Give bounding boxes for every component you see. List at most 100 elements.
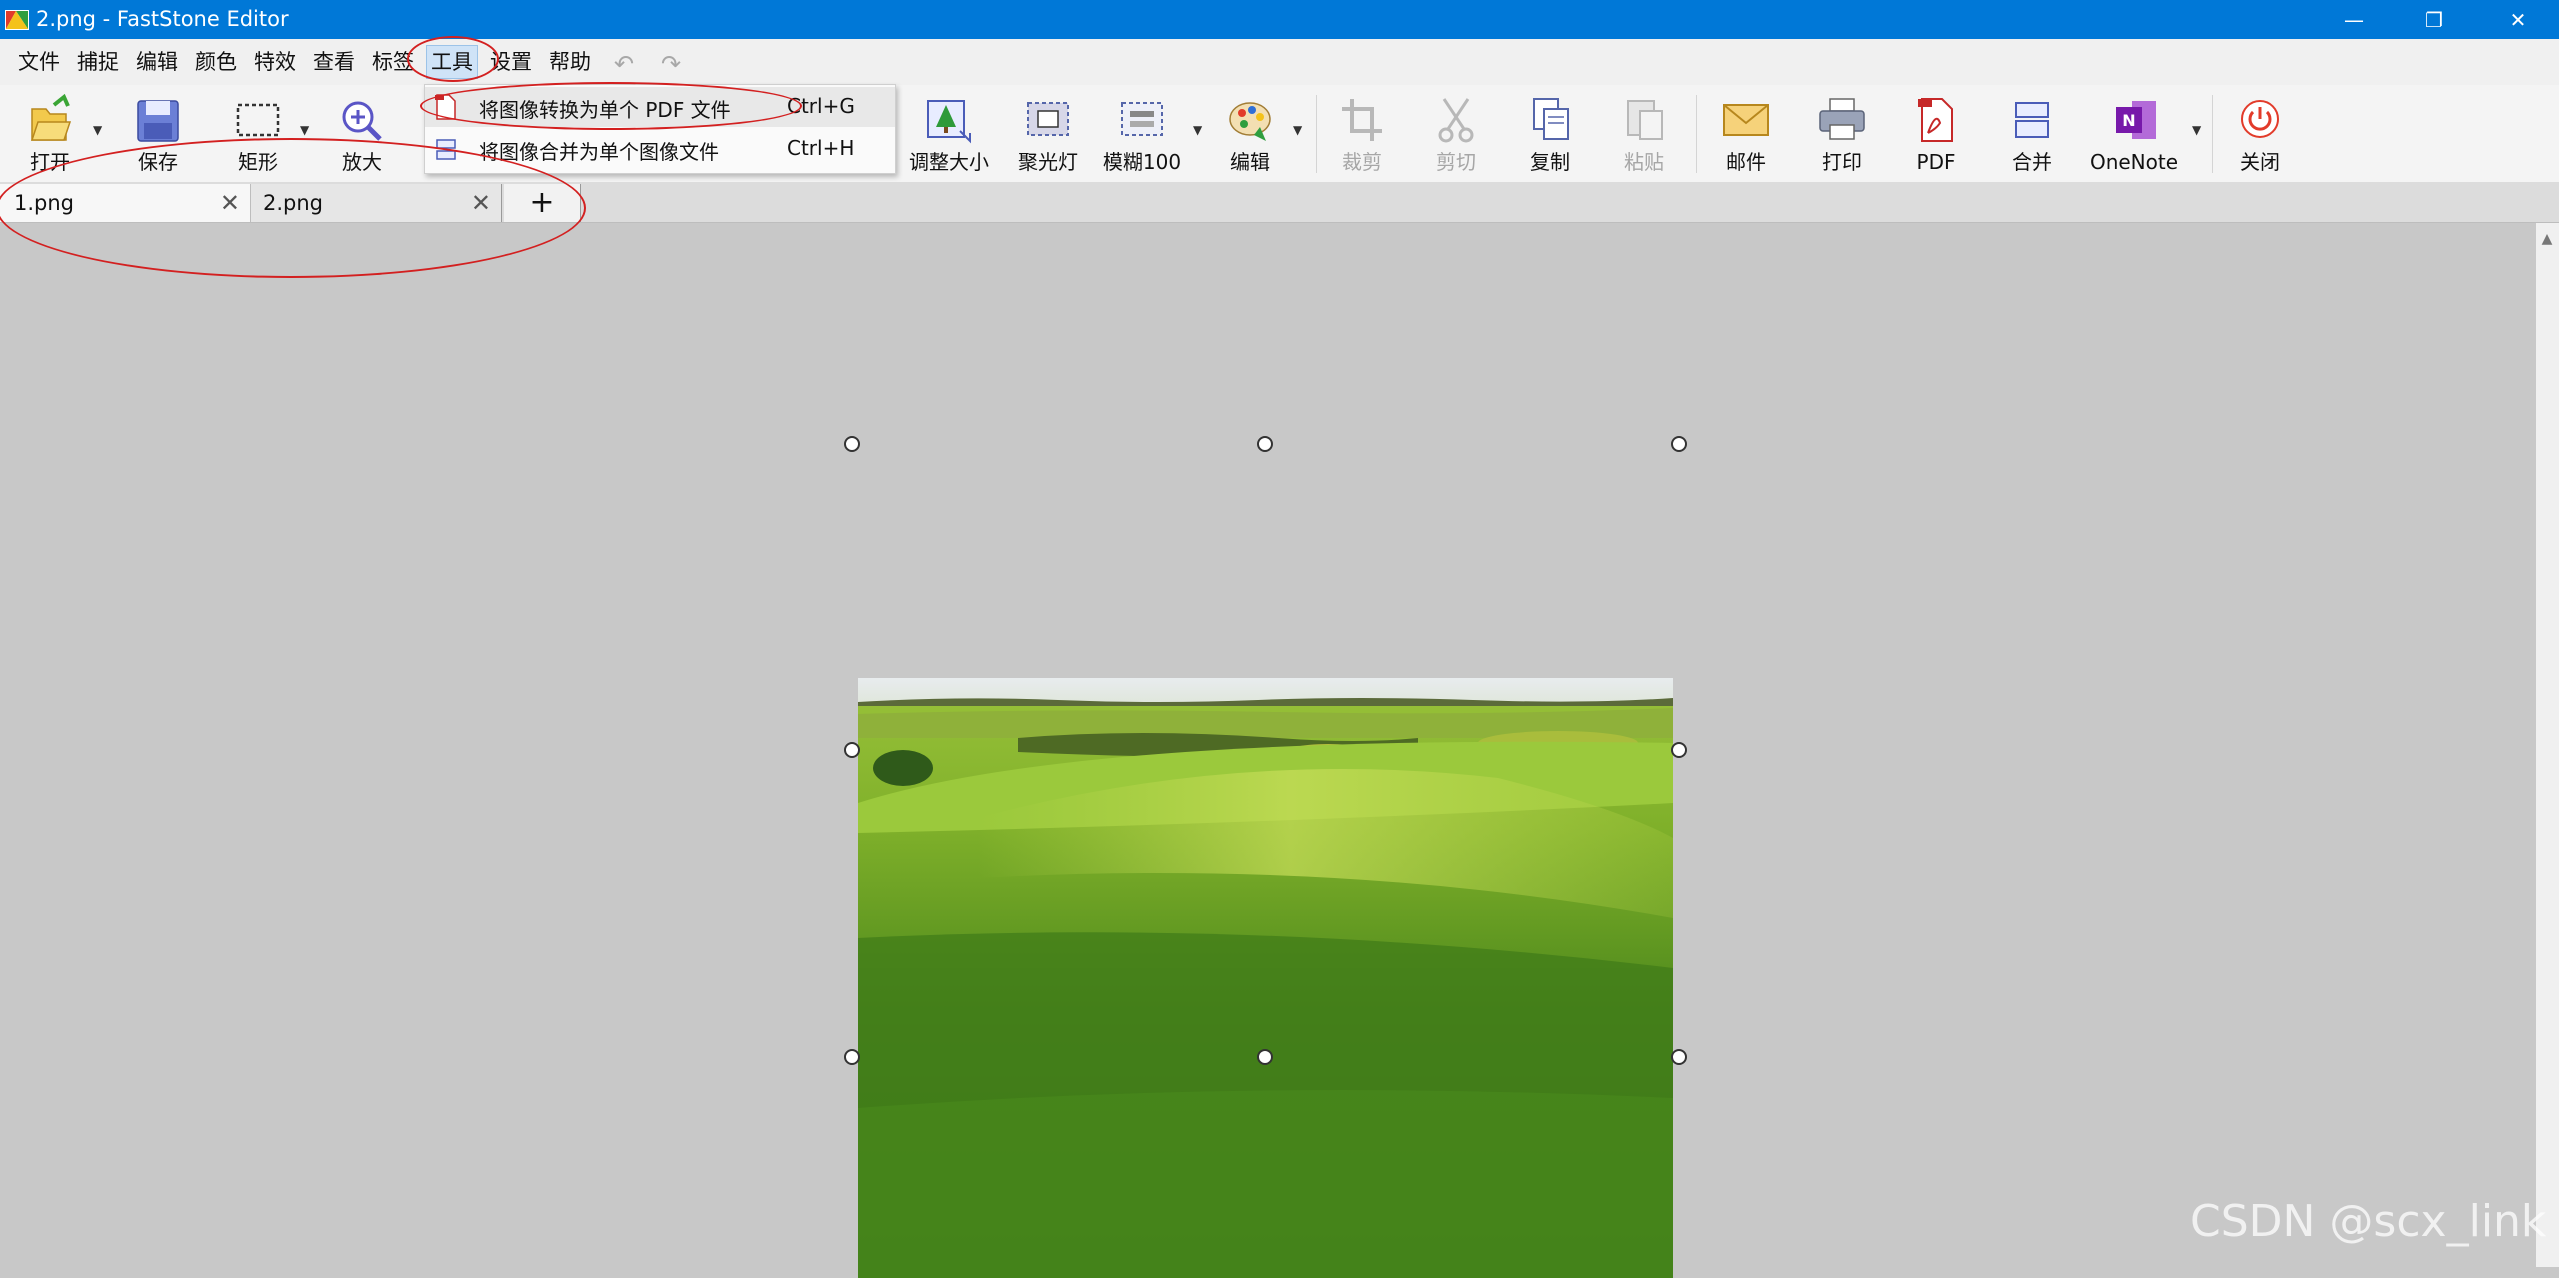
open-label: 打开: [30, 150, 70, 174]
toolbar-separator: [2212, 95, 2213, 173]
tools-dropdown-menu: 将图像转换为单个 PDF 文件 Ctrl+G 将图像合并为单个图像文件 Ctrl…: [424, 84, 896, 174]
paste-button[interactable]: 粘贴: [1602, 85, 1686, 182]
merge-images-menu-item[interactable]: 将图像合并为单个图像文件 Ctrl+H: [425, 129, 895, 169]
tab-label: 1.png: [14, 191, 75, 215]
edit-dropdown-arrow[interactable]: ▼: [1293, 123, 1305, 137]
scroll-up-arrow-icon[interactable]: ▲: [2539, 231, 2555, 247]
menu-edit[interactable]: 编辑: [136, 49, 178, 75]
blur-dropdown-arrow[interactable]: ▼: [1193, 123, 1205, 137]
resize-handle[interactable]: [1671, 742, 1687, 758]
blur-label: 模糊100: [1102, 150, 1182, 174]
onenote-button[interactable]: N OneNote: [2080, 85, 2188, 182]
window-title: 2.png - FastStone Editor: [36, 7, 289, 31]
edit-label: 编辑: [1230, 150, 1270, 174]
resize-handle[interactable]: [844, 742, 860, 758]
spotlight-icon: [1027, 102, 1069, 136]
convert-to-pdf-shortcut: Ctrl+G: [787, 94, 855, 118]
svg-text:N: N: [2122, 111, 2135, 130]
menu-tags[interactable]: 标签: [372, 49, 414, 75]
menu-color[interactable]: 颜色: [195, 49, 237, 75]
convert-to-pdf-menu-item[interactable]: 将图像转换为单个 PDF 文件 Ctrl+G: [425, 87, 895, 127]
redo-icon[interactable]: ↷: [661, 50, 681, 78]
tab-2png[interactable]: 2.png ✕: [251, 184, 502, 222]
power-icon: [2241, 100, 2279, 138]
title-bar: 2.png - FastStone Editor — ❐ ✕: [0, 0, 2559, 39]
zoom-in-icon: [342, 101, 382, 141]
resize-handle[interactable]: [844, 436, 860, 452]
menu-settings[interactable]: 设置: [490, 49, 532, 75]
rectangle-button[interactable]: 矩形: [216, 85, 300, 182]
close-window-button[interactable]: ✕: [2478, 0, 2558, 39]
resize-label: 调整大小: [909, 150, 989, 174]
paste-label: 粘贴: [1624, 150, 1664, 174]
open-dropdown-arrow[interactable]: ▼: [93, 123, 105, 137]
copy-button[interactable]: 复制: [1508, 85, 1592, 182]
menu-view[interactable]: 查看: [313, 49, 355, 75]
convert-to-pdf-label: 将图像转换为单个 PDF 文件: [479, 98, 731, 122]
open-button[interactable]: 打开: [8, 85, 92, 182]
new-tab-button[interactable]: +: [504, 184, 581, 222]
merge-images-label: 将图像合并为单个图像文件: [479, 140, 719, 164]
resize-handle[interactable]: [1257, 1049, 1273, 1065]
resize-handle[interactable]: [1671, 436, 1687, 452]
resize-icon: [927, 100, 971, 144]
paint-palette-icon: [1229, 102, 1271, 141]
toolbar-separator: [1316, 95, 1317, 173]
merge-button[interactable]: 合并: [1990, 85, 2074, 182]
close-image-button[interactable]: 关闭: [2218, 85, 2302, 182]
resize-handle[interactable]: [844, 1049, 860, 1065]
mail-icon: [1723, 104, 1769, 136]
open-folder-icon: [30, 93, 72, 141]
zoom-in-label: 放大: [342, 150, 382, 174]
tab-close-icon[interactable]: ✕: [220, 184, 240, 222]
crop-label: 裁剪: [1342, 150, 1382, 174]
copy-label: 复制: [1530, 150, 1570, 174]
print-label: 打印: [1822, 150, 1862, 174]
blur-button[interactable]: 模糊100: [1096, 85, 1188, 182]
pdf-icon: [1918, 98, 1953, 142]
merge-images-shortcut: Ctrl+H: [787, 136, 855, 160]
toolbar: 打开 ▼ 保存 矩形 ▼ 放大 调整大小 聚光灯 模糊100 ▼ 编辑 ▼ 裁剪…: [0, 85, 2559, 183]
menu-bar: 文件 捕捉 编辑 颜色 特效 查看 标签 工具 设置 帮助 ↶ ↷: [0, 39, 2559, 85]
close-image-label: 关闭: [2240, 150, 2280, 174]
spotlight-button[interactable]: 聚光灯: [1006, 85, 1090, 182]
zoom-in-button[interactable]: 放大: [320, 85, 404, 182]
pdf-document-icon: [435, 94, 456, 120]
edit-button[interactable]: 编辑: [1208, 85, 1292, 182]
vertical-scrollbar[interactable]: ▲: [2536, 223, 2559, 1267]
menu-file[interactable]: 文件: [18, 49, 60, 75]
scissors-icon: [1438, 98, 1474, 143]
menu-help[interactable]: 帮助: [549, 49, 591, 75]
pdf-button[interactable]: PDF: [1894, 85, 1978, 182]
tab-close-icon[interactable]: ✕: [471, 184, 491, 222]
green-meadow-image[interactable]: [858, 678, 1673, 1278]
cut-button[interactable]: 剪切: [1414, 85, 1498, 182]
menu-tools[interactable]: 工具: [426, 45, 478, 79]
resize-handle[interactable]: [1257, 436, 1273, 452]
merge-label: 合并: [2012, 150, 2052, 174]
watermark-text: CSDN @scx_link: [2190, 1196, 2547, 1247]
resize-handle[interactable]: [1671, 1049, 1687, 1065]
save-button[interactable]: 保存: [116, 85, 200, 182]
blur-icon: [1121, 102, 1163, 136]
copy-icon: [1533, 98, 1569, 140]
menu-capture[interactable]: 捕捉: [77, 49, 119, 75]
onenote-dropdown-arrow[interactable]: ▼: [2192, 123, 2204, 137]
undo-icon[interactable]: ↶: [614, 50, 634, 78]
canvas-area: [0, 223, 2536, 1278]
email-button[interactable]: 邮件: [1704, 85, 1788, 182]
crop-button[interactable]: 裁剪: [1320, 85, 1404, 182]
merge-images-icon: [436, 139, 456, 160]
print-button[interactable]: 打印: [1800, 85, 1884, 182]
printer-icon: [1819, 98, 1865, 140]
tab-1png[interactable]: 1.png ✕: [0, 184, 251, 222]
pdf-label: PDF: [1916, 150, 1956, 174]
rectangle-select-icon: [236, 103, 280, 137]
minimize-button[interactable]: —: [2314, 0, 2394, 39]
menu-effects[interactable]: 特效: [254, 49, 296, 75]
restore-button[interactable]: ❐: [2394, 0, 2474, 39]
onenote-icon: N: [2116, 101, 2156, 139]
resize-button[interactable]: 调整大小: [900, 85, 998, 182]
onenote-label: OneNote: [2089, 150, 2179, 174]
rectangle-dropdown-arrow[interactable]: ▼: [300, 123, 312, 137]
